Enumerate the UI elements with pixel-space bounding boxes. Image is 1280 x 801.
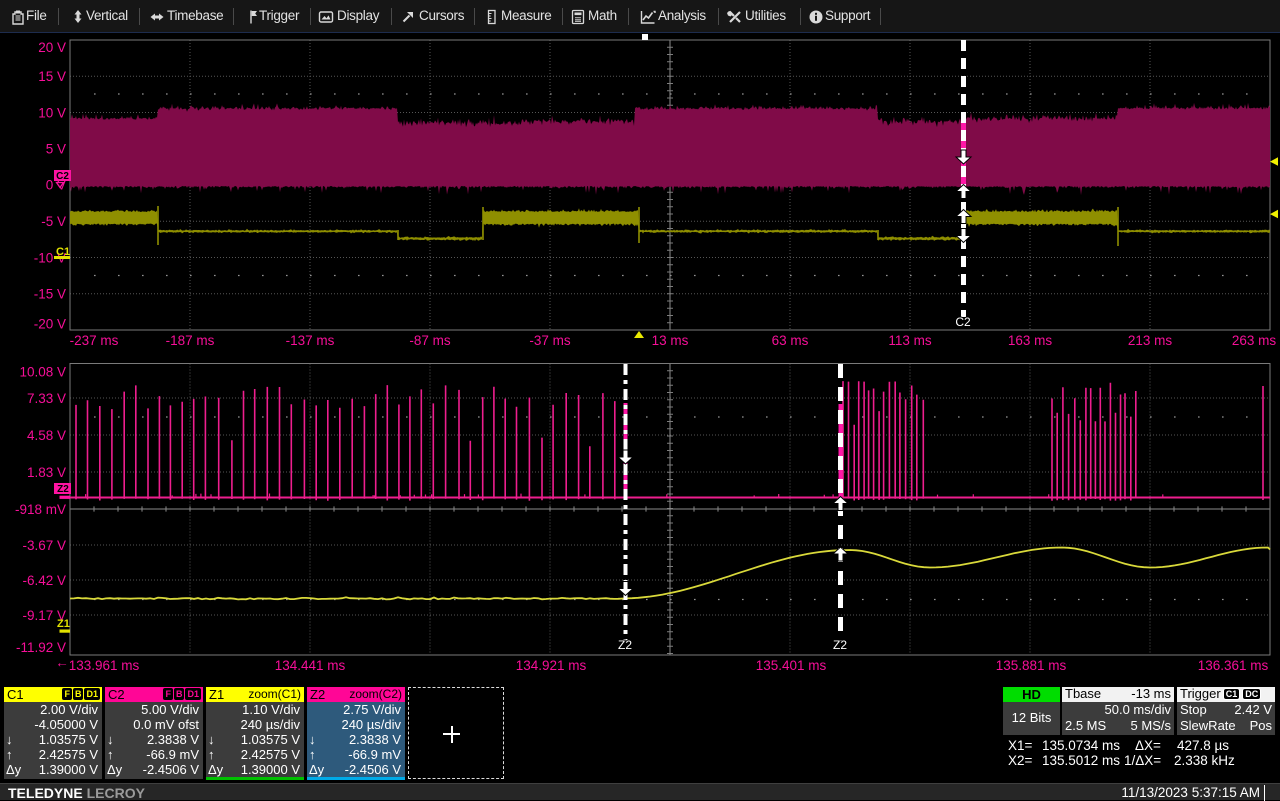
svg-text:163 ms: 163 ms	[1008, 333, 1053, 348]
svg-text:C2: C2	[56, 171, 69, 182]
svg-text:Z2: Z2	[618, 638, 632, 652]
svg-text:-137 ms: -137 ms	[286, 333, 335, 348]
svg-text:-20 V: -20 V	[34, 317, 66, 332]
svg-text:-187 ms: -187 ms	[166, 333, 215, 348]
svg-text:136.361 ms: 136.361 ms	[1198, 658, 1269, 673]
svg-text:4.58 V: 4.58 V	[27, 428, 66, 443]
svg-text:-3.67 V: -3.67 V	[22, 538, 66, 553]
svg-text:13 ms: 13 ms	[652, 333, 689, 348]
svg-text:134.921 ms: 134.921 ms	[516, 658, 587, 673]
svg-text:133.961 ms: 133.961 ms	[69, 658, 140, 673]
svg-text:Z2: Z2	[57, 484, 69, 495]
svg-text:135.881 ms: 135.881 ms	[996, 658, 1067, 673]
svg-text:-87 ms: -87 ms	[409, 333, 451, 348]
svg-text:-6.42 V: -6.42 V	[22, 573, 66, 588]
svg-text:-5 V: -5 V	[41, 214, 66, 229]
svg-text:135.401 ms: 135.401 ms	[756, 658, 827, 673]
svg-text:-918 mV: -918 mV	[15, 502, 66, 517]
svg-text:7.33 V: 7.33 V	[27, 391, 66, 406]
svg-text:1.83 V: 1.83 V	[27, 465, 66, 480]
svg-text:113 ms: 113 ms	[888, 333, 932, 348]
svg-text:-237 ms: -237 ms	[70, 333, 119, 348]
svg-text:10 V: 10 V	[38, 106, 66, 121]
svg-text:10.08 V: 10.08 V	[19, 365, 66, 380]
svg-text:C2: C2	[955, 315, 971, 329]
svg-text:15 V: 15 V	[38, 69, 66, 84]
svg-text:213 ms: 213 ms	[1128, 333, 1173, 348]
svg-text:Z2: Z2	[833, 638, 847, 652]
svg-text:5 V: 5 V	[46, 142, 66, 157]
svg-text:20 V: 20 V	[38, 40, 66, 55]
svg-text:263 ms: 263 ms	[1232, 333, 1277, 348]
svg-text:-15 V: -15 V	[34, 287, 66, 302]
svg-text:63 ms: 63 ms	[772, 333, 809, 348]
svg-text:-37 ms: -37 ms	[529, 333, 571, 348]
svg-text:134.441 ms: 134.441 ms	[275, 658, 346, 673]
svg-text:-11.92 V: -11.92 V	[16, 640, 66, 655]
svg-text:Z1: Z1	[57, 618, 70, 630]
svg-text:←: ←	[55, 655, 69, 670]
